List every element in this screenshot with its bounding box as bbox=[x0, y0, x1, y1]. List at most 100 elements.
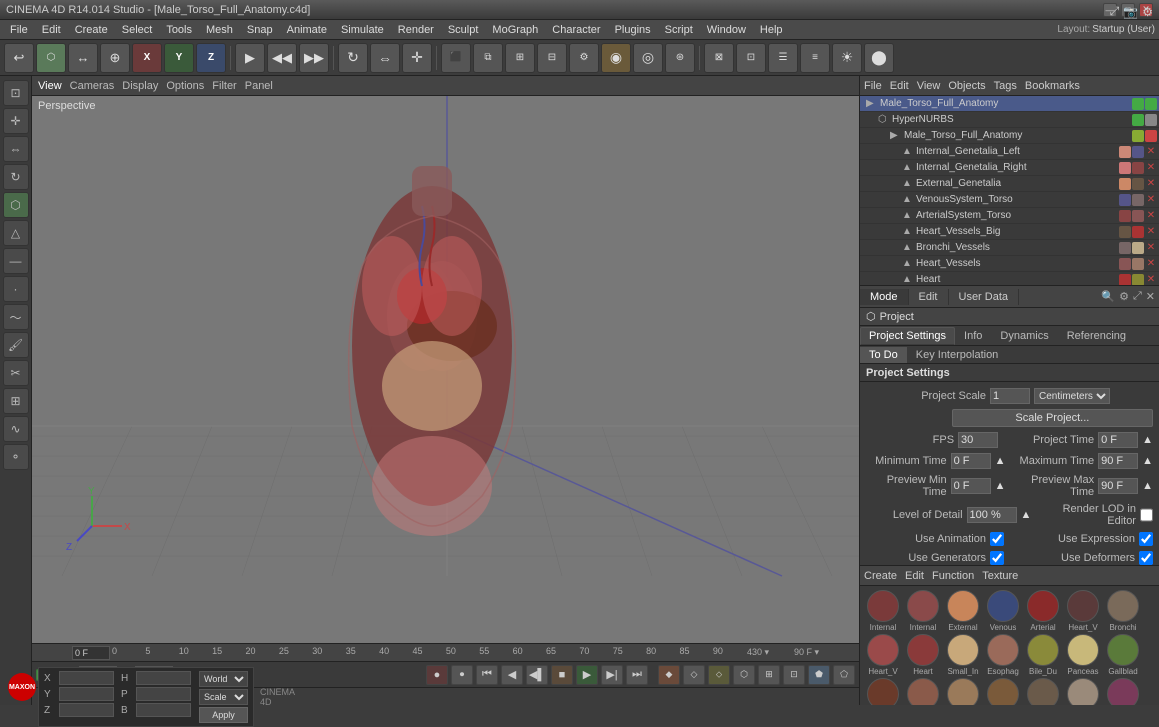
prev-max-arrow[interactable]: ▲ bbox=[1142, 480, 1153, 492]
y-size-input[interactable]: 0° bbox=[136, 687, 191, 701]
tool-paint[interactable]: 🖌 bbox=[3, 332, 29, 358]
toolbar-object-mode[interactable]: ⬡ bbox=[36, 43, 66, 73]
menu-edit[interactable]: Edit bbox=[36, 22, 67, 38]
toolbar-extra4[interactable]: ≡ bbox=[800, 43, 830, 73]
mat-item-15[interactable]: Stomach bbox=[904, 678, 942, 705]
mat-item-13[interactable]: Gallblad bbox=[1104, 634, 1142, 676]
mode-expand-icon[interactable]: ⤢ bbox=[1133, 290, 1142, 303]
z-pos-input[interactable]: 0 cm bbox=[59, 703, 114, 717]
attr-tab-info[interactable]: Info bbox=[955, 327, 991, 345]
project-scale-input[interactable] bbox=[990, 388, 1030, 404]
obj-row-0[interactable]: ▶ Male_Torso_Full_Anatomy bbox=[860, 96, 1159, 112]
toolbar-extra1[interactable]: ⊠ bbox=[704, 43, 734, 73]
mat-item-6[interactable]: Bronchi bbox=[1104, 590, 1142, 632]
toolbar-move[interactable]: ✛ bbox=[402, 43, 432, 73]
vp-tab-options[interactable]: Options bbox=[166, 80, 204, 92]
toolbar-camera1[interactable]: ⬛ bbox=[441, 43, 471, 73]
project-scale-unit-select[interactable]: CentimetersMetersFeet bbox=[1034, 388, 1110, 404]
obj-row-9[interactable]: ▲ Bronchi_Vessels ✕ bbox=[860, 240, 1159, 256]
obj-row-8[interactable]: ▲ Heart_Vessels_Big ✕ bbox=[860, 224, 1159, 240]
y-pos-input[interactable]: 0 cm bbox=[59, 687, 114, 701]
mat-menu-texture[interactable]: Texture bbox=[982, 570, 1018, 582]
menu-render[interactable]: Render bbox=[392, 22, 440, 38]
mode-settings-icon[interactable]: ⚙ bbox=[1119, 290, 1129, 303]
mat-item-20[interactable]: Spleen bbox=[1104, 678, 1142, 705]
vp-icon-camera[interactable]: 📷 bbox=[1123, 5, 1138, 19]
obj-vis-grey-1[interactable] bbox=[1145, 114, 1157, 126]
scale-select[interactable]: Scale bbox=[199, 689, 248, 705]
x-pos-input[interactable]: 0 cm bbox=[59, 671, 114, 685]
mat-item-2[interactable]: External bbox=[944, 590, 982, 632]
prev-min-input[interactable] bbox=[951, 478, 991, 494]
toolbar-camera5[interactable]: ⊛ bbox=[665, 43, 695, 73]
tool-rotate[interactable]: ↻ bbox=[3, 164, 29, 190]
mat-menu-edit[interactable]: Edit bbox=[905, 570, 924, 582]
menu-sculpt[interactable]: Sculpt bbox=[442, 22, 485, 38]
menu-character[interactable]: Character bbox=[546, 22, 606, 38]
btn-play-back[interactable]: ◀▌ bbox=[526, 665, 548, 685]
obj-row-10[interactable]: ▲ Heart_Vessels ✕ bbox=[860, 256, 1159, 272]
obj-vis-green-1[interactable] bbox=[1132, 114, 1144, 126]
toolbar-prev-frame[interactable]: ◀◀ bbox=[267, 43, 297, 73]
vp-tab-panel[interactable]: Panel bbox=[245, 80, 273, 92]
tool-knife[interactable]: ✂ bbox=[3, 360, 29, 386]
obj-row-2[interactable]: ▶ Male_Torso_Full_Anatomy bbox=[860, 128, 1159, 144]
toolbar-light[interactable]: ☀ bbox=[832, 43, 862, 73]
use-animation-checkbox[interactable] bbox=[990, 532, 1004, 546]
mat-item-5[interactable]: Heart_V bbox=[1064, 590, 1102, 632]
toolbar-extra2[interactable]: ⊡ bbox=[736, 43, 766, 73]
toolbar-camera2[interactable]: ⧉ bbox=[473, 43, 503, 73]
tool-extrude[interactable]: ⊞ bbox=[3, 388, 29, 414]
mat-item-14[interactable]: Liver bbox=[864, 678, 902, 705]
attr-tab-referencing[interactable]: Referencing bbox=[1058, 327, 1135, 345]
btn-to-start[interactable]: ⏮ bbox=[476, 665, 498, 685]
tool-point[interactable]: · bbox=[3, 276, 29, 302]
obj-menu-tags[interactable]: Tags bbox=[994, 80, 1017, 92]
use-generators-checkbox[interactable] bbox=[990, 551, 1004, 565]
mat-menu-create[interactable]: Create bbox=[864, 570, 897, 582]
btn-record[interactable]: ● bbox=[426, 665, 448, 685]
z-size-input[interactable]: 0° bbox=[136, 703, 191, 717]
mode-close-icon[interactable]: ✕ bbox=[1146, 290, 1155, 303]
attr-tab-project-settings[interactable]: Project Settings bbox=[860, 327, 955, 345]
menu-mograph[interactable]: MoGraph bbox=[486, 22, 544, 38]
toolbar-coord-z[interactable]: Z bbox=[196, 43, 226, 73]
toolbar-dome[interactable]: ⬤ bbox=[864, 43, 894, 73]
toolbar-undo[interactable]: ↩ bbox=[4, 43, 34, 73]
mat-menu-function[interactable]: Function bbox=[932, 570, 974, 582]
btn-key3[interactable]: ⬦ bbox=[708, 665, 730, 685]
vp-icon-maximize[interactable]: ⤢ bbox=[1110, 4, 1120, 19]
x-size-input[interactable]: 0° bbox=[136, 671, 191, 685]
obj-menu-edit[interactable]: Edit bbox=[890, 80, 909, 92]
menu-help[interactable]: Help bbox=[754, 22, 789, 38]
vp-tab-cameras[interactable]: Cameras bbox=[70, 80, 115, 92]
obj-menu-file[interactable]: File bbox=[864, 80, 882, 92]
use-deformers-checkbox[interactable] bbox=[1139, 551, 1153, 565]
btn-play[interactable]: ▶ bbox=[576, 665, 598, 685]
use-expression-checkbox[interactable] bbox=[1139, 532, 1153, 546]
toolbar-camera3[interactable]: ⊞ bbox=[505, 43, 535, 73]
mat-item-12[interactable]: Panceas bbox=[1064, 634, 1102, 676]
apply-button[interactable]: Apply bbox=[199, 707, 248, 723]
mode-tab-userdata[interactable]: User Data bbox=[949, 289, 1020, 305]
menu-file[interactable]: File bbox=[4, 22, 34, 38]
mat-item-19[interactable]: Thymus bbox=[1064, 678, 1102, 705]
vp-tab-filter[interactable]: Filter bbox=[212, 80, 236, 92]
toolbar-scale[interactable]: ⇔ bbox=[370, 43, 400, 73]
btn-next-frame[interactable]: ▶| bbox=[601, 665, 623, 685]
obj-row-3[interactable]: ▲ Internal_Genetalia_Left ✕ bbox=[860, 144, 1159, 160]
lod-input[interactable] bbox=[967, 507, 1017, 523]
tool-object[interactable]: ⬡ bbox=[3, 192, 29, 218]
btn-key2[interactable]: ◇ bbox=[683, 665, 705, 685]
min-time-input[interactable] bbox=[951, 453, 991, 469]
btn-auto-key[interactable]: ⏺ bbox=[451, 665, 473, 685]
btn-prev-frame[interactable]: ◀ bbox=[501, 665, 523, 685]
btn-stop[interactable]: ■ bbox=[551, 665, 573, 685]
obj-menu-bookmarks[interactable]: Bookmarks bbox=[1025, 80, 1080, 92]
mode-tab-mode[interactable]: Mode bbox=[860, 289, 909, 305]
menu-animate[interactable]: Animate bbox=[281, 22, 333, 38]
coord-system-select[interactable]: WorldObject bbox=[199, 671, 248, 687]
menu-simulate[interactable]: Simulate bbox=[335, 22, 390, 38]
attr-tab-dynamics[interactable]: Dynamics bbox=[991, 327, 1057, 345]
mat-item-8[interactable]: Heart bbox=[904, 634, 942, 676]
